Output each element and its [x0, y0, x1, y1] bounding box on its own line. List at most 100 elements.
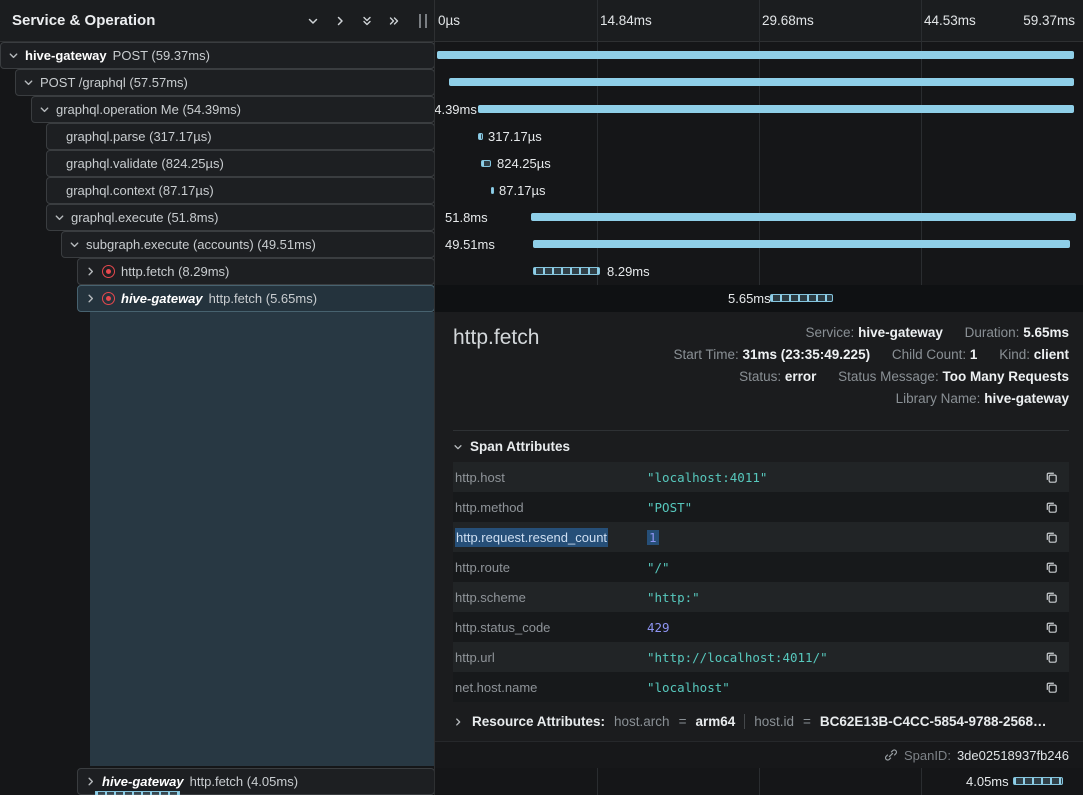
partial-span-bar — [95, 791, 180, 795]
attr-row: http.scheme "http:" — [453, 582, 1069, 612]
span-tree-item[interactable]: hive-gateway POST (59.37ms) — [0, 42, 435, 69]
span-row: graphql.operation Me (54.39ms) 54.39ms — [0, 96, 1083, 123]
span-row: graphql.parse (317.17µs) 317.17µs — [0, 123, 1083, 150]
chevron-right-icon[interactable] — [85, 776, 96, 787]
chevron-right-icon[interactable] — [85, 266, 96, 277]
attr-value: "http:" — [647, 590, 1044, 605]
copy-icon[interactable] — [1044, 590, 1059, 605]
copy-icon[interactable] — [1044, 500, 1059, 515]
span-bar[interactable] — [437, 51, 1074, 59]
equals-sign: = — [803, 714, 811, 729]
attr-key: http.route — [455, 560, 647, 575]
tree-panel-title: Service & Operation — [12, 12, 155, 29]
attr-value: 429 — [647, 620, 1044, 635]
span-tree-item[interactable]: graphql.execute (51.8ms) — [46, 204, 435, 231]
chevron-down-icon[interactable] — [39, 104, 50, 115]
span-row: http.fetch (8.29ms) 8.29ms — [0, 258, 1083, 285]
span-tree-item[interactable]: subgraph.execute (accounts) (49.51ms) — [61, 231, 435, 258]
bar-duration-label: 317.17µs — [488, 123, 542, 150]
span-bar[interactable] — [481, 160, 491, 167]
span-tree-item[interactable]: POST /graphql (57.57ms) — [15, 69, 435, 96]
span-operation: graphql.context (87.17µs) — [66, 183, 214, 198]
chevron-down-icon[interactable] — [23, 77, 34, 88]
span-bar[interactable] — [478, 133, 483, 140]
span-operation: POST (59.37ms) — [113, 48, 210, 63]
link-icon[interactable] — [884, 748, 898, 762]
span-bar[interactable] — [478, 105, 1074, 113]
ruler-tick: 29.68ms — [762, 0, 814, 42]
span-tree-item[interactable]: graphql.parse (317.17µs) — [46, 123, 435, 150]
span-row: POST /graphql (57.57ms) — [0, 69, 1083, 96]
copy-icon[interactable] — [1044, 650, 1059, 665]
attr-row: http.route "/" — [453, 552, 1069, 582]
attr-value: "localhost:4011" — [647, 470, 1044, 485]
attr-value: "/" — [647, 560, 1044, 575]
span-detail-panel: http.fetch Service: hive-gateway Duratio… — [435, 312, 1083, 768]
span-bar[interactable] — [770, 294, 833, 302]
resource-attr-key: host.id — [754, 714, 794, 729]
double-chevron-right-icon[interactable] — [388, 15, 400, 27]
resource-attributes-title: Resource Attributes: — [472, 714, 605, 729]
double-chevron-down-icon[interactable] — [361, 15, 373, 27]
tree-panel-header: Service & Operation — [0, 0, 435, 42]
chevron-right-icon — [453, 717, 463, 727]
bar-duration-label: 8.29ms — [607, 258, 650, 285]
panel-resize-handle[interactable] — [419, 14, 427, 28]
attr-value: 1 — [647, 530, 1044, 545]
span-bar[interactable] — [533, 267, 600, 275]
attr-key: http.scheme — [455, 590, 647, 605]
attr-row: net.host.name "localhost" — [453, 672, 1069, 702]
chevron-down-icon[interactable] — [8, 50, 19, 61]
copy-icon[interactable] — [1044, 560, 1059, 575]
attr-row: http.url "http://localhost:4011/" — [453, 642, 1069, 672]
attr-value: "POST" — [647, 500, 1044, 515]
chevron-down-icon[interactable] — [54, 212, 65, 223]
timeline-gridline — [597, 768, 598, 795]
bar-duration-label: 824.25µs — [497, 150, 551, 177]
ruler-tick: 59.37ms — [1023, 0, 1075, 42]
tree-panel-body — [0, 312, 435, 768]
panel-divider[interactable] — [434, 0, 435, 795]
attr-row: http.status_code 429 — [453, 612, 1069, 642]
span-tree-item[interactable]: http.fetch (8.29ms) — [77, 258, 435, 285]
attr-key: http.url — [455, 650, 647, 665]
span-operation: graphql.validate (824.25µs) — [66, 156, 224, 171]
span-tree-item[interactable]: graphql.operation Me (54.39ms) — [31, 96, 435, 123]
span-attributes-toggle[interactable]: Span Attributes — [453, 439, 570, 454]
chevron-right-icon[interactable] — [334, 15, 346, 27]
copy-icon[interactable] — [1044, 620, 1059, 635]
divider — [744, 714, 745, 729]
span-row: subgraph.execute (accounts) (49.51ms) 49… — [0, 231, 1083, 258]
span-bar[interactable] — [1013, 777, 1063, 785]
span-bar[interactable] — [531, 213, 1076, 221]
copy-icon[interactable] — [1044, 530, 1059, 545]
span-row: graphql.context (87.17µs) 87.17µs — [0, 177, 1083, 204]
detail-footer: SpanID: 3de02518937fb246 — [435, 741, 1083, 768]
resource-attributes-toggle[interactable]: Resource Attributes: host.arch = arm64 h… — [453, 714, 1069, 729]
detail-span-title: http.fetch — [453, 326, 539, 350]
attr-row: http.method "POST" — [453, 492, 1069, 522]
span-tree-item[interactable]: graphql.context (87.17µs) — [46, 177, 435, 204]
error-status-icon — [102, 292, 115, 305]
span-bar[interactable] — [491, 187, 494, 194]
attr-value: "http://localhost:4011/" — [647, 650, 1044, 665]
span-tree-item-selected[interactable]: hive-gateway http.fetch (5.65ms) — [77, 285, 435, 312]
chevron-down-icon[interactable] — [307, 15, 319, 27]
chevron-down-icon[interactable] — [69, 239, 80, 250]
span-id-value: 3de02518937fb246 — [957, 748, 1069, 763]
resource-attr-value: arm64 — [695, 714, 735, 729]
span-bar[interactable] — [533, 240, 1070, 248]
copy-icon[interactable] — [1044, 470, 1059, 485]
ruler-tick: 44.53ms — [924, 0, 976, 42]
span-service: hive-gateway — [102, 774, 184, 789]
span-tree-item[interactable]: graphql.validate (824.25µs) — [46, 150, 435, 177]
span-operation: graphql.execute (51.8ms) — [71, 210, 218, 225]
bar-duration-label: 87.17µs — [499, 177, 546, 204]
copy-icon[interactable] — [1044, 680, 1059, 695]
span-bar[interactable] — [449, 78, 1074, 86]
chevron-right-icon[interactable] — [85, 293, 96, 304]
resource-attr-value: BC62E13B-C4CC-5854-9788-2568… — [820, 714, 1047, 729]
attr-row-highlighted: http.request.resend_count 1 — [453, 522, 1069, 552]
ruler-tick: 0µs — [438, 0, 460, 42]
span-operation: graphql.operation Me (54.39ms) — [56, 102, 241, 117]
